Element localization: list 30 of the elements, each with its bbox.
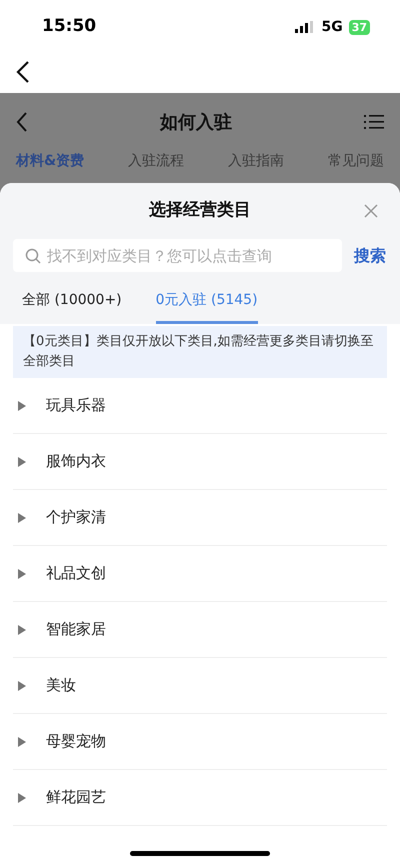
caret-icon[interactable]: [18, 512, 26, 522]
caret-icon[interactable]: [18, 456, 26, 466]
caret-icon[interactable]: [18, 400, 26, 410]
signal-icon: [295, 21, 316, 33]
search-button[interactable]: 搜索: [354, 244, 386, 268]
sheet-title: 选择经营类目: [149, 199, 251, 222]
battery-level: 37: [348, 20, 370, 34]
search-icon: [25, 248, 41, 264]
category-item[interactable]: 服饰内衣: [46, 450, 106, 473]
category-item[interactable]: 个护家清: [46, 506, 106, 529]
caret-icon[interactable]: [18, 792, 26, 802]
search-field[interactable]: 找不到对应类目？您可以点击查询: [13, 239, 342, 272]
category-item[interactable]: 智能家居: [46, 618, 106, 641]
back-icon[interactable]: [16, 60, 30, 82]
close-icon[interactable]: [364, 204, 378, 218]
category-tab[interactable]: 全部 (10000+): [22, 290, 122, 324]
notice-banner: 【0元类目】类目仅开放以下类目,如需经营更多类目请切换至全部类目: [13, 326, 387, 378]
network-label: 5G: [321, 18, 343, 36]
page-title: 如何入驻: [160, 110, 232, 134]
category-item[interactable]: 母婴宠物: [46, 730, 106, 753]
list-icon[interactable]: [364, 114, 384, 130]
caret-icon[interactable]: [18, 680, 26, 690]
status-time: 15:50: [42, 15, 96, 38]
caret-icon[interactable]: [18, 568, 26, 578]
category-item[interactable]: 玩具乐器: [46, 394, 106, 417]
caret-icon[interactable]: [18, 736, 26, 746]
category-item[interactable]: 礼品文创: [46, 562, 106, 585]
category-item[interactable]: 美妆: [46, 674, 76, 697]
caret-icon[interactable]: [18, 624, 26, 634]
category-item[interactable]: 鲜花园艺: [46, 786, 106, 809]
